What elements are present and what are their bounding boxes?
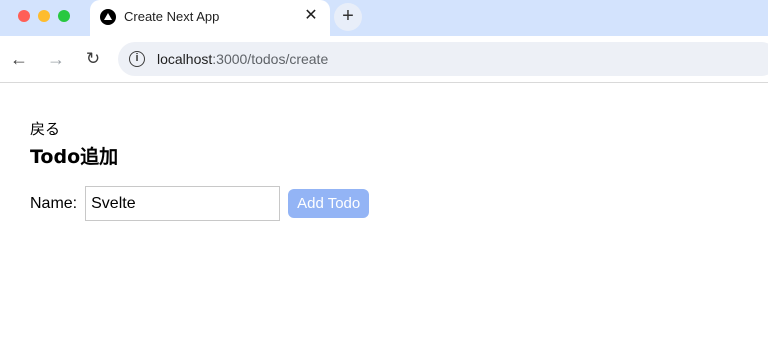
- forward-arrow-icon[interactable]: →: [45, 48, 67, 70]
- browser-tab[interactable]: Create Next App ✕: [90, 0, 330, 36]
- window-maximize-button[interactable]: [58, 10, 70, 22]
- url-text[interactable]: localhost:3000/todos/create: [157, 51, 328, 67]
- url-path: :3000/todos/create: [212, 51, 329, 67]
- tab-title: Create Next App: [124, 9, 220, 24]
- window-close-button[interactable]: [18, 10, 30, 22]
- url-host: localhost: [157, 51, 213, 67]
- todo-form: Name: Add Todo: [30, 186, 370, 221]
- page-title: Todo追加: [30, 146, 119, 168]
- name-label: Name:: [30, 194, 78, 212]
- add-todo-button[interactable]: Add Todo: [288, 189, 370, 218]
- close-tab-icon[interactable]: ✕: [302, 7, 320, 25]
- back-link[interactable]: 戻る: [30, 118, 118, 139]
- site-info-icon[interactable]: i: [129, 51, 145, 67]
- back-arrow-icon[interactable]: ←: [8, 48, 30, 70]
- reload-icon[interactable]: ↻: [82, 48, 104, 70]
- page-content: 戻る Todo追加 Name: Add Todo: [30, 118, 370, 221]
- window-minimize-button[interactable]: [38, 10, 50, 22]
- new-tab-button[interactable]: +: [334, 3, 362, 31]
- browser-toolbar: ← → ↻ i localhost:3000/todos/create: [0, 36, 768, 83]
- nextjs-triangle-icon: [100, 9, 116, 25]
- browser-tab-strip: Create Next App ✕ +: [0, 0, 768, 36]
- name-input[interactable]: [85, 186, 281, 221]
- address-bar[interactable]: i localhost:3000/todos/create: [118, 42, 768, 76]
